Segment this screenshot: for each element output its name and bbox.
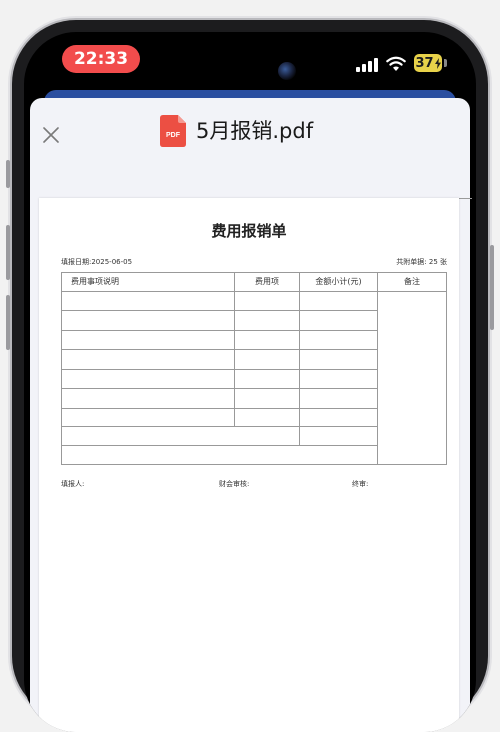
column-line (299, 273, 300, 445)
signature-final: 终审: (352, 480, 369, 488)
wifi-icon (386, 56, 406, 71)
document-page[interactable]: 费用报销单 填报日期:2025-06-05 共附单据: 25 张 费用事项说明 … (39, 198, 459, 732)
file-name: 5月报销.pdf (196, 119, 314, 143)
signature-filler: 填报人: (61, 480, 85, 488)
column-line (377, 273, 378, 464)
signature-finance: 财会审核: (219, 480, 250, 488)
battery-nub (444, 59, 447, 67)
battery-icon: 37 (414, 54, 442, 72)
row-line (62, 369, 377, 370)
close-button[interactable] (38, 122, 64, 148)
dynamic-island (192, 54, 310, 88)
row-line (62, 349, 377, 350)
close-icon (43, 127, 59, 143)
camera-icon (278, 62, 296, 80)
charging-bolt-icon (434, 57, 441, 69)
file-preview-sheet: PDF 5月报销.pdf 费用报销单 填报日期:2025-06-05 共附单据:… (30, 98, 472, 732)
status-bar: 22:33 37 (24, 32, 476, 90)
row-line (62, 388, 377, 389)
volume-up-button (6, 225, 10, 280)
pdf-file-icon: PDF (160, 115, 186, 147)
row-line (377, 291, 446, 292)
header-description: 费用事项说明 (71, 277, 119, 286)
row-line (62, 291, 377, 292)
attachment-count: 共附单据: 25 张 (396, 258, 447, 266)
volume-down-button (6, 295, 10, 350)
fill-date: 填报日期:2025-06-05 (61, 258, 133, 266)
header-remarks: 备注 (404, 277, 420, 286)
status-time[interactable]: 22:33 (62, 45, 140, 73)
column-line (234, 273, 235, 426)
battery-level: 37 (415, 55, 434, 71)
row-line (62, 408, 377, 409)
pdf-icon-label: PDF (166, 132, 181, 139)
phone-screen: 22:33 37 PDF 5月报销.pdf 费用报销单 填报日期:2025-06… (24, 32, 476, 732)
row-line (62, 445, 377, 446)
header-expense-item: 费用项 (255, 277, 279, 286)
document-title: 费用报销单 (211, 222, 287, 240)
action-button (6, 160, 10, 188)
expense-table: 费用事项说明 费用项 金额小计(元) 备注 (61, 272, 447, 465)
header-amount: 金额小计(元) (315, 277, 362, 286)
row-line (62, 310, 377, 311)
row-line (62, 426, 377, 427)
signal-icon (356, 58, 378, 72)
row-line (62, 330, 377, 331)
power-button (490, 245, 494, 330)
